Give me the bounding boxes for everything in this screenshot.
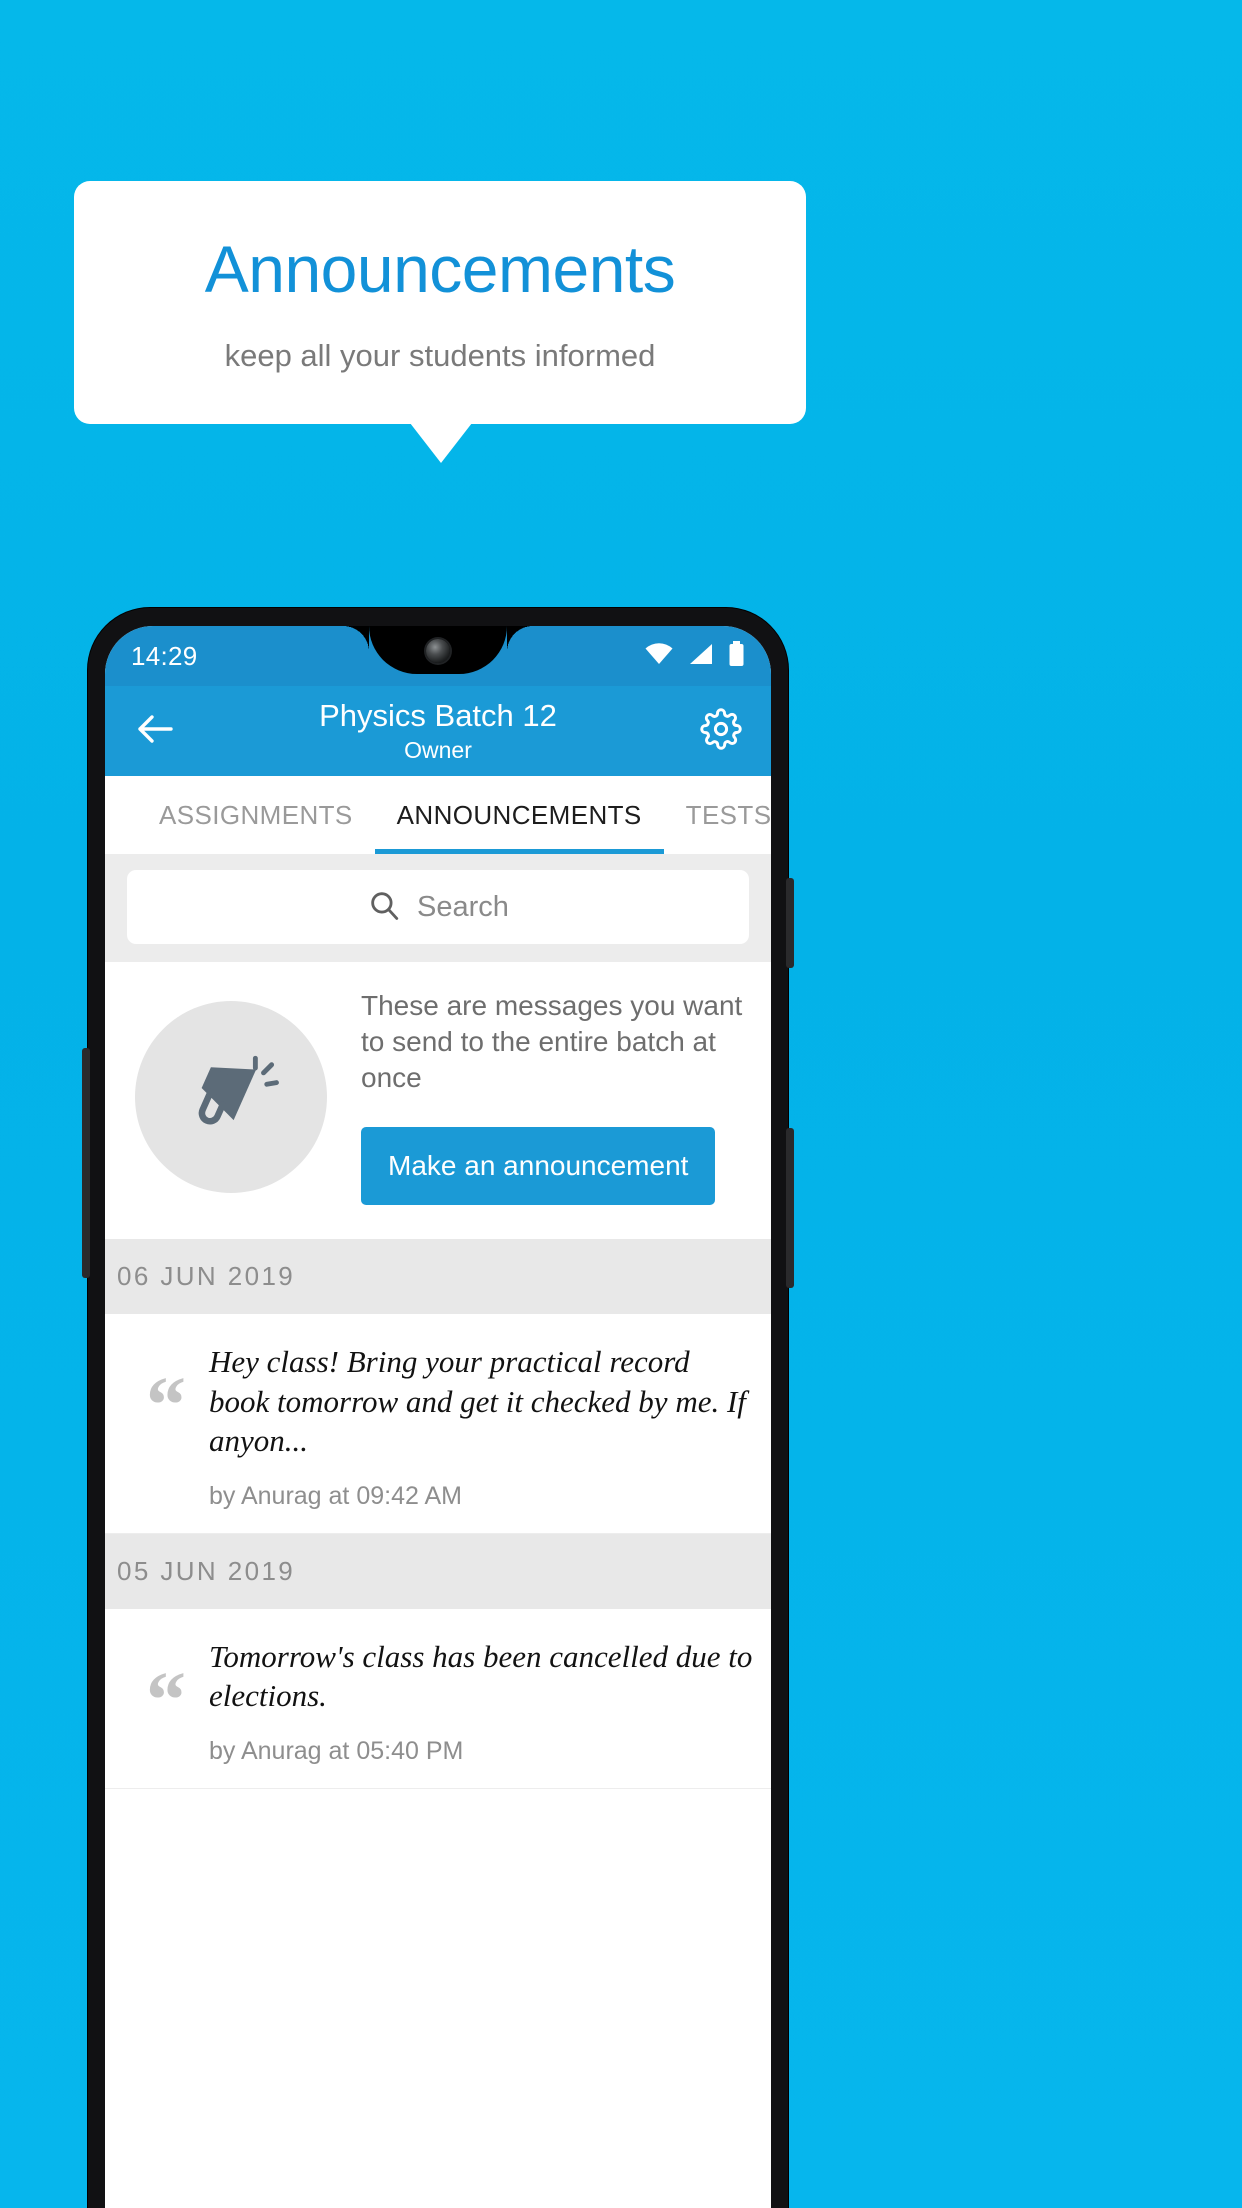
app-screen: 14:29 Physics Batch 12 Owner ASSIGNMENTS…: [105, 626, 771, 2208]
tab-announcements[interactable]: ANNOUNCEMENTS: [374, 776, 664, 854]
date-header: 06 JUN 2019: [105, 1239, 771, 1315]
make-announcement-button[interactable]: Make an announcement: [361, 1127, 716, 1206]
page-title: Physics Batch 12: [319, 698, 557, 734]
phone-mockup: 14:29 Physics Batch 12 Owner ASSIGNMENTS…: [82, 608, 794, 2208]
signal-icon: [688, 642, 714, 671]
announcement-meta: by Anurag at 05:40 PM: [209, 1736, 464, 1765]
search-placeholder: Search: [417, 890, 509, 923]
status-bar: 14:29: [105, 626, 771, 686]
front-camera: [426, 639, 450, 663]
phone-screen-bezel: 14:29 Physics Batch 12 Owner ASSIGNMENTS…: [105, 626, 771, 2208]
announcement-text: Hey class! Bring your practical record b…: [209, 1344, 746, 1458]
app-bar: Physics Batch 12 Owner: [105, 686, 771, 776]
announcement-text: Tomorrow's class has been cancelled due …: [209, 1638, 753, 1713]
date-header: 05 JUN 2019: [105, 1533, 771, 1609]
phone-power-button: [786, 878, 794, 968]
announcement-meta: by Anurag at 09:42 AM: [209, 1481, 462, 1510]
tab-assignments[interactable]: ASSIGNMENTS: [137, 776, 375, 854]
status-time: 14:29: [131, 640, 198, 671]
empty-state: These are messages you want to send to t…: [105, 962, 771, 1240]
megaphone-icon-container: [135, 1000, 327, 1193]
search-icon: [367, 888, 401, 927]
quote-icon: “: [146, 1656, 186, 1745]
tab-tests[interactable]: TESTS: [664, 776, 771, 854]
announcement-item[interactable]: “ Hey class! Bring your practical record…: [105, 1314, 771, 1534]
phone-side-button-left: [82, 1048, 90, 1278]
back-arrow-icon: [135, 713, 175, 750]
app-bar-titles: Physics Batch 12 Owner: [105, 686, 771, 776]
empty-state-description: These are messages you want to send to t…: [361, 990, 743, 1093]
promo-card: Announcements keep all your students inf…: [74, 181, 806, 424]
search-input[interactable]: Search: [127, 870, 749, 944]
phone-notch: [343, 626, 507, 674]
tab-label: TESTS: [685, 799, 771, 830]
announcement-body: Hey class! Bring your practical record b…: [209, 1342, 757, 1510]
tab-label: ANNOUNCEMENTS: [396, 799, 642, 830]
battery-icon: [728, 640, 745, 672]
quote-icon: “: [146, 1362, 186, 1451]
page-subtitle: Owner: [404, 736, 472, 763]
promo-card-tail: [410, 423, 472, 463]
megaphone-icon: [179, 1042, 283, 1151]
back-button[interactable]: [127, 703, 183, 759]
promo-title: Announcements: [204, 231, 676, 306]
gear-icon: [700, 707, 742, 755]
announcement-body: Tomorrow's class has been cancelled due …: [209, 1637, 757, 1766]
promo-subtitle: keep all your students informed: [224, 337, 656, 373]
announcement-item[interactable]: “ Tomorrow's class has been cancelled du…: [105, 1608, 771, 1789]
search-section: Search: [105, 854, 771, 962]
wifi-icon: [644, 642, 674, 671]
tab-label: ASSIGNMENTS: [159, 799, 353, 830]
settings-button[interactable]: [693, 703, 749, 759]
status-icons: [644, 640, 745, 672]
empty-state-content: These are messages you want to send to t…: [361, 988, 749, 1206]
tab-bar[interactable]: ASSIGNMENTS ANNOUNCEMENTS TESTS V: [105, 776, 771, 854]
phone-volume-button: [786, 1128, 794, 1288]
